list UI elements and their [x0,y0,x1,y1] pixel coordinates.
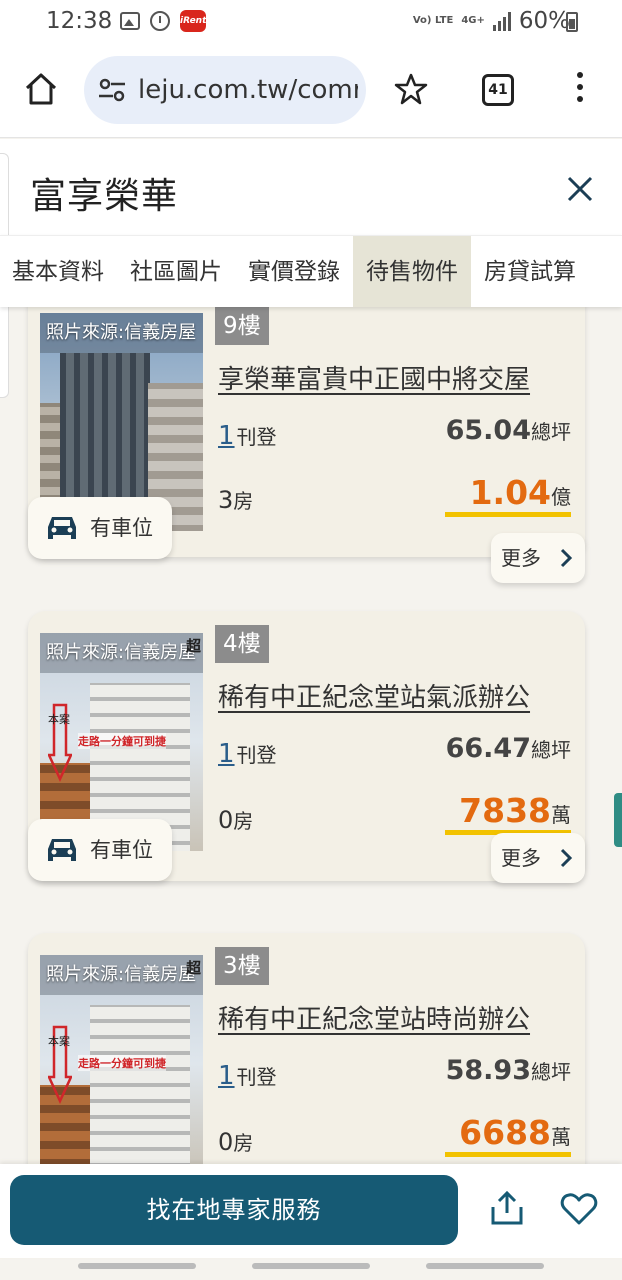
photo-corner-text: 超 [185,959,201,977]
car-icon [48,839,76,861]
volte-icon: Vo) LTE [412,15,454,26]
listing-title-link[interactable]: 稀有中正紀念堂站氣派辦公 [218,677,574,714]
gallery-icon [120,12,140,30]
network-type: 4G+ [461,15,485,26]
nav-gesture-bar [78,1263,196,1269]
close-icon[interactable] [566,175,594,203]
floor-badge: 4樓 [215,625,269,663]
status-time: 12:38 [46,8,113,34]
chevron-right-icon [560,548,573,568]
listing-card[interactable]: 走路一分鐘可到捷 本案 照片來源:信義房屋 超 有車位 4樓 稀有中正紀念堂站氣… [28,611,585,883]
browser-toolbar: leju.com.tw/comr 41 [0,44,622,138]
rooms-value: 3 [218,486,234,514]
signal-icon [492,11,511,31]
tab-community-photos[interactable]: 社區圖片 [117,236,235,307]
listing-count: 1 刊登 [218,1061,277,1091]
price: 7838萬 [445,791,571,835]
listing-card[interactable]: 照片來源:信義房屋 有車位 9樓 享榮華富貴中正國中將交屋 1 刊登 65.04總… [28,307,585,583]
listing-count-value[interactable]: 1 [218,421,235,451]
parking-label: 有車位 [90,838,153,862]
parking-label: 有車位 [90,516,153,540]
photo-source-label: 照片來源:信義房屋 [40,633,203,673]
timer-icon [150,11,170,31]
nav-gesture-bar [426,1263,544,1269]
photo-promo-text: 走路一分鐘可到捷 [78,733,166,749]
home-icon[interactable] [24,72,58,106]
photo-source-label: 照片來源:信義房屋 [40,313,203,353]
listing-title-link[interactable]: 稀有中正紀念堂站時尚辦公 [218,999,574,1036]
area-value: 58.93 [445,1055,531,1086]
rooms: 0房 [218,806,254,834]
price: 1.04億 [445,473,571,517]
photo-tag: 本案 [48,713,70,726]
page-header: 富享榮華 [0,139,622,398]
tab-actual-price[interactable]: 實價登錄 [235,236,353,307]
parking-badge: 有車位 [28,497,172,559]
address-bar[interactable]: leju.com.tw/comr [84,56,366,124]
area: 65.04總坪 [445,415,571,446]
tab-mortgage-calculator[interactable]: 房貸試算 [471,236,589,307]
more-button[interactable]: 更多 [491,833,585,883]
photo-source-label: 照片來源:信義房屋 [40,955,203,995]
tab-switcher-button[interactable]: 41 [482,74,514,106]
listing-card[interactable]: 走路一分鐘可到捷 本案 照片來源:信義房屋 超 3樓 稀有中正紀念堂站時尚辦公 … [28,933,585,1164]
listing-count: 1 刊登 [218,739,277,769]
site-settings-icon[interactable] [98,78,126,102]
area-value: 65.04 [445,415,531,446]
photo-tag: 本案 [48,1035,70,1048]
listing-count: 1 刊登 [218,421,277,451]
parking-badge: 有車位 [28,819,172,881]
floor-badge: 9樓 [215,307,269,345]
url-text: leju.com.tw/comr [138,75,358,105]
car-icon [48,517,76,539]
more-menu-icon[interactable] [574,72,586,108]
page-title: 富享榮華 [30,176,179,217]
listing-count-value[interactable]: 1 [218,1061,235,1091]
rooms-value: 0 [218,1128,234,1156]
photo-corner-text: 超 [185,637,201,655]
price-value: 6688 [459,1113,551,1152]
listing-photo[interactable]: 走路一分鐘可到捷 本案 照片來源:信義房屋 超 [40,955,203,1164]
rooms: 0房 [218,1128,254,1156]
floor-badge: 3樓 [215,947,269,985]
area: 66.47總坪 [445,733,571,764]
area-value: 66.47 [445,733,531,764]
bookmark-star-icon[interactable] [394,72,428,106]
tab-basic-info[interactable]: 基本資料 [0,236,117,307]
listing-list: 照片來源:信義房屋 有車位 9樓 享榮華富貴中正國中將交屋 1 刊登 65.04總… [0,307,622,1164]
listing-title-link[interactable]: 享榮華富貴中正國中將交屋 [218,359,574,396]
rooms: 3房 [218,486,254,514]
tab-for-sale[interactable]: 待售物件 [353,236,471,307]
price: 6688萬 [445,1113,571,1157]
favorite-heart-icon[interactable] [560,1192,598,1226]
price-value: 7838 [459,791,551,830]
bottom-action-bar: 找在地專家服務 [0,1164,622,1258]
section-tabs: 基本資料 社區圖片 實價登錄 待售物件 房貸試算 [0,235,622,307]
share-icon[interactable] [490,1190,524,1226]
price-value: 1.04 [469,473,551,512]
system-icons: Vo) LTE 4G+ 60% [413,8,570,34]
rooms-value: 0 [218,806,234,834]
find-local-expert-button[interactable]: 找在地專家服務 [10,1175,458,1245]
app-badge-icon: iRent [180,10,206,32]
more-button[interactable]: 更多 [491,533,585,583]
area: 58.93總坪 [445,1055,571,1086]
battery-percent: 60% [518,8,570,34]
nav-gesture-bar [252,1263,370,1269]
notification-icons: iRent [120,10,206,32]
scrollbar-thumb[interactable] [614,793,622,847]
battery-icon [566,12,578,32]
chevron-right-icon [560,848,573,868]
status-bar: 12:38 iRent Vo) LTE 4G+ 60% [0,0,622,44]
listing-count-value[interactable]: 1 [218,739,235,769]
photo-promo-text: 走路一分鐘可到捷 [78,1055,166,1071]
